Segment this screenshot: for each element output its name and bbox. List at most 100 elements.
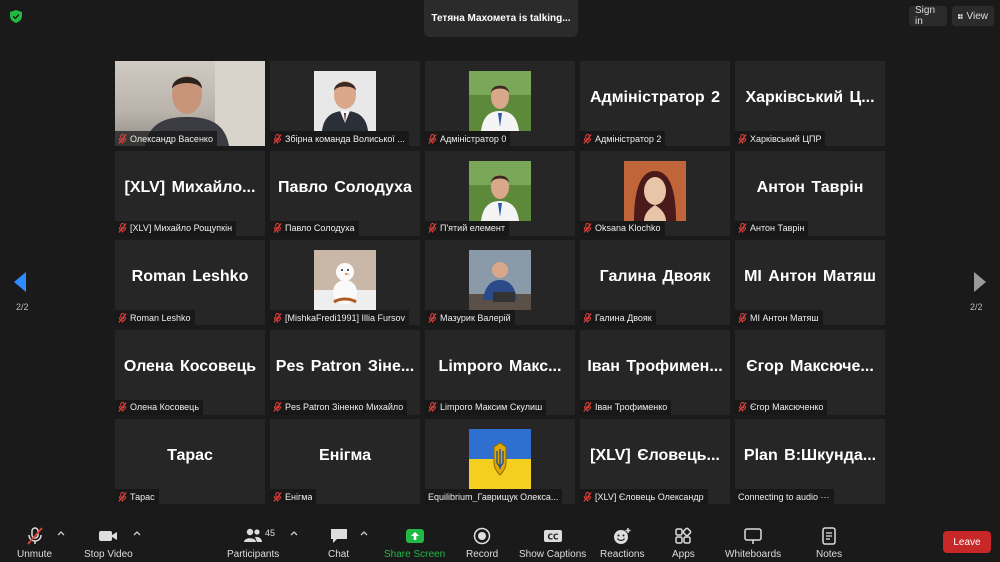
muted-mic-icon	[428, 312, 437, 323]
participant-tile[interactable]: Олександр Васенко	[115, 61, 265, 146]
muted-mic-icon	[428, 402, 437, 412]
participant-avatar	[469, 250, 531, 310]
reactions-button[interactable]: Reactions	[600, 527, 644, 560]
chat-bubble-icon	[330, 529, 347, 543]
security-shield-icon[interactable]	[10, 10, 22, 23]
participant-name-label: Енігма	[270, 489, 317, 504]
participant-name: MI Антон Матяш	[750, 312, 819, 323]
view-button[interactable]: View	[952, 6, 994, 26]
participant-tile[interactable]: [XLV] Михайло... [XLV] Михайло Рощупкін	[115, 150, 265, 236]
participant-tile[interactable]: Павло Солодуха Павло Солодуха	[270, 150, 420, 236]
participant-tile[interactable]: Мазурик Валерій	[425, 240, 575, 325]
notes-button[interactable]: Notes	[816, 527, 842, 560]
show-captions-button[interactable]: CC Show Captions	[519, 527, 586, 560]
participant-name: Limporo Максим Скулиш	[440, 402, 543, 412]
chat-button[interactable]: Chat	[328, 527, 349, 560]
participant-name: Енігма	[285, 491, 313, 502]
participant-name-label: [MishkaFredi1991] Illia Fursov	[270, 310, 410, 325]
participants-options-chevron-up-icon[interactable]	[290, 530, 298, 536]
participant-tile[interactable]: Адміністратор 0	[425, 61, 575, 146]
participant-tile[interactable]: Roman Leshko Roman Leshko	[115, 240, 265, 325]
participant-tile[interactable]: Іван Трофимен... Іван Трофименко	[580, 329, 730, 415]
meeting-toolbar: Unmute Stop Video Participants 45 Chat S…	[0, 518, 1000, 562]
participant-tile[interactable]: Харківський Ц... Харківський ЦПР	[735, 61, 885, 146]
participant-name-label: Адміністратор 0	[425, 131, 511, 146]
participant-tile[interactable]: Олена Косовець Олена Косовець	[115, 329, 265, 415]
participant-tile[interactable]: [XLV] Єловець... [XLV] Єловець Олександр	[580, 419, 730, 504]
participant-name: П'ятий елемент	[440, 223, 505, 233]
apps-icon	[675, 527, 692, 544]
participant-name: Тарас	[130, 491, 155, 502]
participant-avatar	[624, 160, 686, 221]
muted-mic-icon	[273, 491, 282, 502]
notes-icon	[822, 527, 836, 545]
participant-display-name: Єгор Максюче...	[746, 357, 874, 375]
muted-mic-icon	[118, 402, 127, 412]
participant-display-name: Roman Leshko	[131, 268, 249, 285]
audio-options-chevron-up-icon[interactable]	[57, 530, 65, 536]
participant-tile[interactable]: Limporo Макс... Limporo Максим Скулиш	[425, 329, 575, 415]
closed-captions-icon: CC	[543, 530, 562, 542]
muted-mic-icon	[738, 223, 747, 233]
participant-name: Адміністратор 2	[595, 133, 662, 144]
participant-name: Connecting to audio ···	[738, 491, 830, 502]
muted-mic-icon	[428, 223, 437, 233]
participant-name-label: [XLV] Михайло Рощупкін	[115, 220, 237, 236]
participant-name-label: Антон Таврін	[735, 220, 809, 236]
participant-tile[interactable]: Енігма Енігма	[270, 419, 420, 504]
record-icon	[473, 527, 491, 545]
participant-tile[interactable]: [MishkaFredi1991] Illia Fursov	[270, 240, 420, 325]
muted-mic-icon	[118, 133, 127, 144]
leave-meeting-button[interactable]: Leave	[943, 531, 991, 553]
whiteboards-button[interactable]: Whiteboards	[725, 527, 781, 560]
participant-display-name: Харківський Ц...	[745, 89, 875, 106]
participant-tile[interactable]: П'ятий елемент	[425, 150, 575, 236]
participant-name-label: Адміністратор 2	[580, 131, 666, 146]
share-screen-button[interactable]: Share Screen	[384, 527, 445, 560]
participant-tile[interactable]: Oksana Klochko	[580, 150, 730, 236]
participant-name-label: [XLV] Єловець Олександр	[580, 489, 708, 504]
muted-mic-icon	[738, 312, 747, 323]
previous-page-arrow-icon[interactable]	[14, 272, 26, 292]
participant-name-label: Oksana Klochko	[580, 220, 665, 236]
stop-video-button[interactable]: Stop Video	[84, 527, 133, 560]
participant-name: Олена Косовець	[130, 402, 200, 412]
participant-name: Іван Трофименко	[595, 402, 668, 412]
participant-name: [XLV] Єловець Олександр	[595, 491, 704, 502]
participant-tile[interactable]: Plan B:Шкунда... Connecting to audio ···	[735, 419, 885, 504]
participant-tile[interactable]: Галина Двояк Галина Двояк	[580, 240, 730, 325]
sign-in-button[interactable]: Sign in	[909, 5, 947, 27]
participant-name: Oksana Klochko	[595, 223, 661, 233]
participant-name-label: MI Антон Матяш	[735, 310, 823, 325]
participants-icon	[244, 528, 263, 542]
participant-tile[interactable]: Тарас Тарас	[115, 419, 265, 504]
participant-display-name: Limporo Макс...	[438, 357, 562, 375]
participant-tile[interactable]: Антон Таврін Антон Таврін	[735, 150, 885, 236]
participant-tile[interactable]: Адміністратор 2 Адміністратор 2	[580, 61, 730, 146]
participant-tile[interactable]: Equilibrium_Гаврищук Олекса...	[425, 419, 575, 504]
video-options-chevron-up-icon[interactable]	[133, 530, 141, 536]
participant-tile[interactable]: Pes Patron Зіне... Pes Patron Зіненко Мих…	[270, 329, 420, 415]
participant-name-label: Limporo Максим Скулиш	[425, 399, 547, 415]
chat-options-chevron-up-icon[interactable]	[360, 530, 368, 536]
muted-mic-icon	[583, 402, 592, 412]
participant-tile[interactable]: Збірна команда Волиської ...	[270, 61, 420, 146]
participant-tile[interactable]: Єгор Максюче... Єгор Максюченко	[735, 329, 885, 415]
smiley-reaction-icon	[614, 528, 631, 544]
participant-name-label: Збірна команда Волиської ...	[270, 131, 409, 146]
participant-name: Адміністратор 0	[440, 133, 507, 144]
apps-button[interactable]: Apps	[672, 527, 695, 560]
next-page-arrow-icon[interactable]	[974, 272, 986, 292]
participant-name-label: Мазурик Валерій	[425, 310, 515, 325]
participant-name: Equilibrium_Гаврищук Олекса...	[428, 491, 559, 502]
participant-display-name: Антон Таврін	[756, 178, 864, 196]
unmute-button[interactable]: Unmute	[17, 527, 52, 560]
participant-name-label: Олександр Васенко	[115, 131, 217, 146]
record-button[interactable]: Record	[466, 527, 498, 560]
participant-display-name: Павло Солодуха	[278, 178, 412, 196]
participant-name-label: Тарас	[115, 489, 159, 504]
participant-name: Галина Двояк	[595, 312, 652, 323]
participant-tile[interactable]: MI Антон Матяш MI Антон Матяш	[735, 240, 885, 325]
muted-mic-icon	[428, 133, 437, 144]
participant-avatar	[469, 71, 531, 131]
